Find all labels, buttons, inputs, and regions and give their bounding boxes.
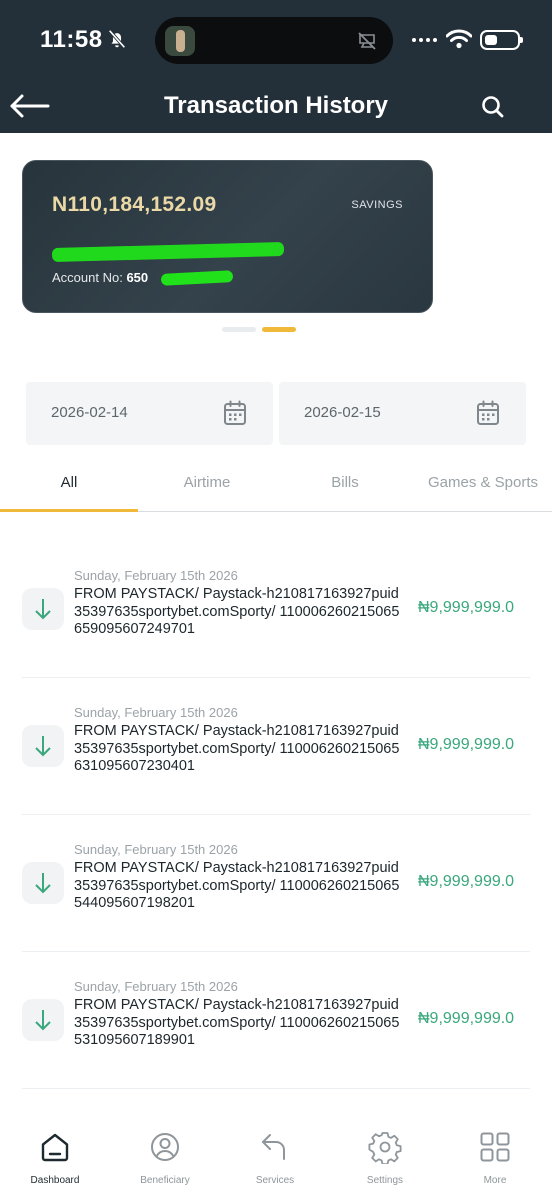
transaction-date: Sunday, February 15th 2026 <box>74 568 238 583</box>
account-name-redacted <box>51 241 285 263</box>
account-number: Account No: 650 <box>52 270 149 285</box>
transaction-row[interactable]: Sunday, February 15th 2026 FROM PAYSTACK… <box>22 541 530 678</box>
transaction-amount: ₦9,999,999.0 <box>418 1010 515 1027</box>
from-date-picker[interactable]: 2026-02-14 <box>26 382 273 445</box>
grid-icon <box>480 1132 510 1162</box>
carousel-dot[interactable] <box>222 327 256 332</box>
nav-label: Dashboard <box>30 1175 80 1186</box>
carousel-indicator <box>222 327 296 332</box>
nav-label: More <box>483 1175 507 1186</box>
account-card[interactable]: N110,184,152.09 SAVINGS Account No: 650 <box>22 160 433 313</box>
wifi-icon <box>446 29 472 49</box>
nav-services[interactable]: Services <box>220 1130 330 1186</box>
status-time: 11:58 <box>40 26 103 53</box>
bottom-navigation: Dashboard Beneficiary Services Settings … <box>0 1110 552 1200</box>
transaction-row[interactable]: Sunday, February 15th 2026 FROM PAYSTACK… <box>22 815 530 952</box>
from-date-value: 2026-02-14 <box>51 404 128 421</box>
cellular-signal-icon <box>412 38 437 42</box>
tab-games-sports[interactable]: Games & Sports <box>414 474 552 491</box>
transaction-date: Sunday, February 15th 2026 <box>74 842 238 857</box>
carousel-dot-active[interactable] <box>262 327 296 332</box>
transaction-description: FROM PAYSTACK/ Paystack-h210817163927pui… <box>74 586 400 637</box>
battery-icon <box>480 30 523 50</box>
account-balance: N110,184,152.09 <box>52 193 217 216</box>
user-icon <box>151 1133 179 1161</box>
calendar-icon <box>477 400 499 425</box>
transaction-amount: ₦9,999,999.0 <box>418 599 515 616</box>
nav-settings[interactable]: Settings <box>330 1130 440 1186</box>
app-header: 11:58 Transaction History <box>0 0 552 133</box>
page-title: Transaction History <box>163 92 389 119</box>
nav-dashboard[interactable]: Dashboard <box>0 1130 110 1186</box>
dynamic-island <box>155 17 393 64</box>
active-tab-indicator <box>0 509 138 512</box>
reply-arrow-icon <box>262 1134 285 1160</box>
transaction-amount: ₦9,999,999.0 <box>418 873 515 890</box>
tab-all[interactable]: All <box>0 474 138 491</box>
mute-icon <box>358 32 376 50</box>
nav-label: Beneficiary <box>140 1175 190 1186</box>
tab-bills[interactable]: Bills <box>276 474 414 491</box>
transaction-description: FROM PAYSTACK/ Paystack-h210817163927pui… <box>74 997 400 1048</box>
nav-label: Settings <box>366 1175 404 1186</box>
credit-arrow-icon <box>22 725 64 767</box>
nav-beneficiary[interactable]: Beneficiary <box>110 1130 220 1186</box>
home-icon <box>41 1133 69 1162</box>
transaction-description: FROM PAYSTACK/ Paystack-h210817163927pui… <box>74 723 400 774</box>
nav-more[interactable]: More <box>440 1130 550 1186</box>
transaction-description: FROM PAYSTACK/ Paystack-h210817163927pui… <box>74 860 400 911</box>
credit-arrow-icon <box>22 862 64 904</box>
to-date-value: 2026-02-15 <box>304 404 381 421</box>
gear-icon <box>368 1132 402 1164</box>
transaction-row[interactable]: Sunday, February 15th 2026 FROM PAYSTACK… <box>22 678 530 815</box>
search-icon[interactable] <box>478 92 508 122</box>
tab-airtime[interactable]: Airtime <box>138 474 276 491</box>
to-date-picker[interactable]: 2026-02-15 <box>279 382 526 445</box>
category-tabs: All Airtime Bills Games & Sports <box>0 460 552 512</box>
credit-arrow-icon <box>22 999 64 1041</box>
transaction-date: Sunday, February 15th 2026 <box>74 979 238 994</box>
media-thumbnail <box>165 26 195 56</box>
account-number-redaction <box>160 270 234 286</box>
calendar-icon <box>224 400 246 425</box>
bell-off-icon <box>108 29 126 49</box>
account-type: SAVINGS <box>351 199 403 211</box>
transaction-amount: ₦9,999,999.0 <box>418 736 515 753</box>
transaction-row[interactable]: Sunday, February 15th 2026 FROM PAYSTACK… <box>22 952 530 1089</box>
transaction-date: Sunday, February 15th 2026 <box>74 705 238 720</box>
credit-arrow-icon <box>22 588 64 630</box>
nav-label: Services <box>255 1175 295 1186</box>
